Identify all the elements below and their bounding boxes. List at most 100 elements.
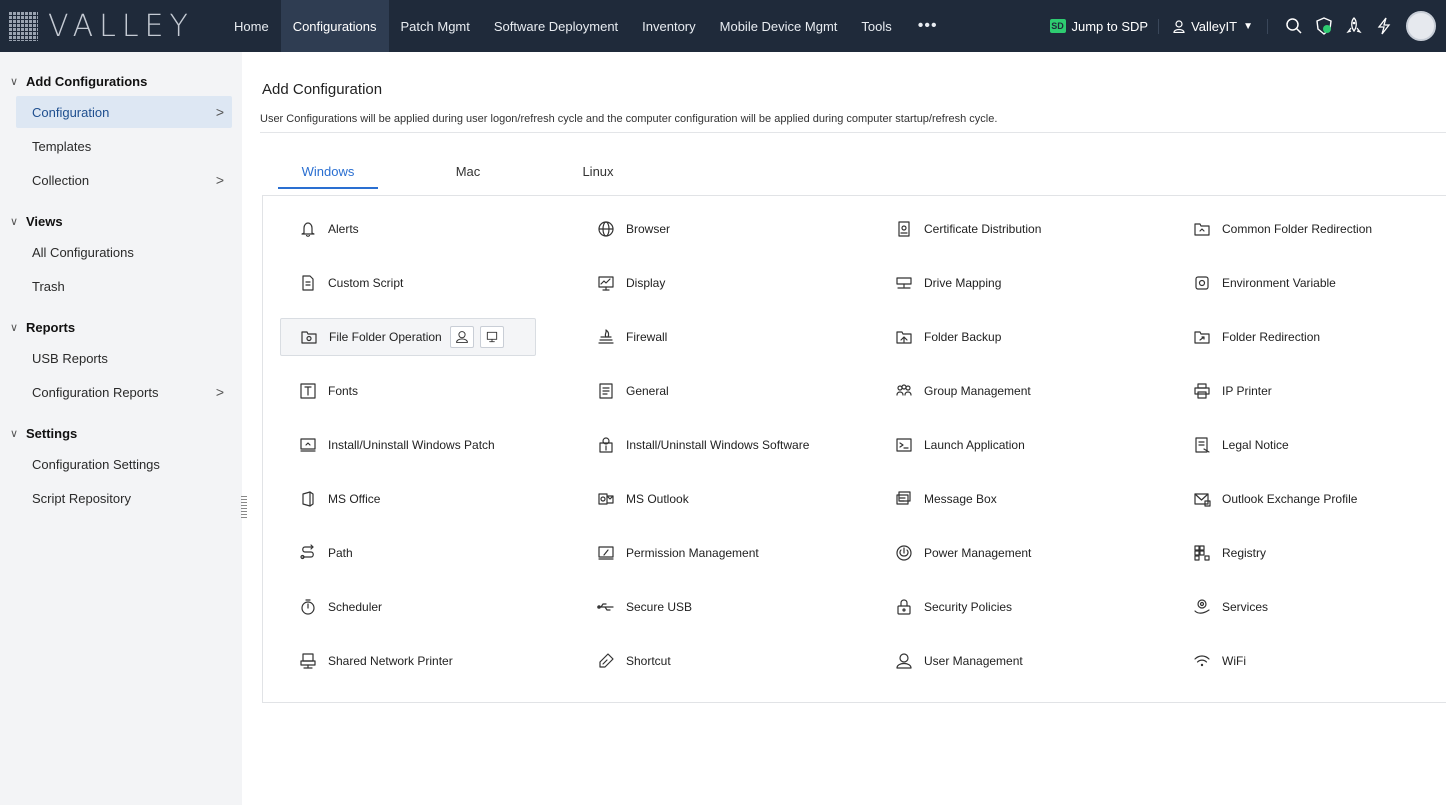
avatar[interactable] bbox=[1406, 11, 1436, 41]
config-item-label: Message Box bbox=[924, 492, 997, 506]
config-item-security-policies[interactable]: Security Policies bbox=[876, 588, 1174, 626]
message-box-icon bbox=[895, 490, 913, 508]
config-item-label: Custom Script bbox=[328, 276, 404, 290]
page-title: Add Configuration bbox=[262, 81, 383, 98]
jump-to-sdp-link[interactable]: SD Jump to SDP bbox=[1040, 18, 1160, 34]
nav-item-patch-mgmt[interactable]: Patch Mgmt bbox=[389, 0, 482, 52]
config-item-browser[interactable]: Browser bbox=[578, 210, 876, 248]
config-item-ms-outlook[interactable]: MS Outlook bbox=[578, 480, 876, 518]
firewall-icon bbox=[597, 328, 615, 346]
chevron-down-icon: ∨ bbox=[10, 215, 19, 228]
config-item-label: WiFi bbox=[1222, 654, 1246, 668]
config-item-general[interactable]: General bbox=[578, 372, 876, 410]
tab-windows[interactable]: Windows bbox=[278, 164, 378, 189]
user-menu[interactable]: ValleyIT ▼ bbox=[1159, 18, 1268, 34]
config-item-label: Secure USB bbox=[626, 600, 693, 614]
nav-item-home[interactable]: Home bbox=[222, 0, 281, 52]
config-item-services[interactable]: Services bbox=[1174, 588, 1446, 626]
nav-item-tools[interactable]: Tools bbox=[849, 0, 903, 52]
brand-logo[interactable]: VALLEY bbox=[0, 0, 222, 52]
config-item-group-management[interactable]: Group Management bbox=[876, 372, 1174, 410]
config-item-environment-variable[interactable]: Environment Variable bbox=[1174, 264, 1446, 302]
chevron-down-icon: ∨ bbox=[10, 321, 19, 334]
certificate-icon bbox=[895, 220, 913, 238]
sidebar-item-usb-reports[interactable]: USB Reports bbox=[16, 342, 232, 374]
config-item-folder-redirection[interactable]: Folder Redirection bbox=[1174, 318, 1446, 356]
config-item-launch-application[interactable]: Launch Application bbox=[876, 426, 1174, 464]
sidebar-collapse-handle[interactable] bbox=[241, 496, 247, 520]
sidebar-item-label: Script Repository bbox=[32, 490, 131, 506]
config-item-ip-printer[interactable]: IP Printer bbox=[1174, 372, 1446, 410]
user-name: ValleyIT bbox=[1191, 18, 1238, 34]
config-item-permission-management[interactable]: Permission Management bbox=[578, 534, 876, 572]
sidebar-item-label: Templates bbox=[32, 138, 92, 154]
config-item-install-uninstall-windows-software[interactable]: Install/Uninstall Windows Software bbox=[578, 426, 876, 464]
nav-item-inventory[interactable]: Inventory bbox=[630, 0, 707, 52]
nav-item-software-deployment[interactable]: Software Deployment bbox=[482, 0, 630, 52]
user-config-button[interactable] bbox=[449, 326, 474, 348]
config-item-power-management[interactable]: Power Management bbox=[876, 534, 1174, 572]
sidebar-section-add-configurations[interactable]: ∨ Add Configurations bbox=[0, 68, 242, 94]
config-item-user-management[interactable]: User Management bbox=[876, 642, 1174, 680]
sidebar-item-collection[interactable]: Collection > bbox=[16, 164, 232, 196]
config-item-ms-office[interactable]: MS Office bbox=[280, 480, 578, 518]
config-item-label: Certificate Distribution bbox=[924, 222, 1042, 236]
config-item-message-box[interactable]: Message Box bbox=[876, 480, 1174, 518]
tab-mac[interactable]: Mac bbox=[418, 164, 518, 189]
sidebar-section-title: Add Configurations bbox=[26, 73, 148, 89]
config-item-shortcut[interactable]: Shortcut bbox=[578, 642, 876, 680]
config-item-path[interactable]: Path bbox=[280, 534, 578, 572]
sidebar-section-views[interactable]: ∨ Views bbox=[0, 208, 242, 234]
config-item-common-folder-redirection[interactable]: Common Folder Redirection bbox=[1174, 210, 1446, 248]
sidebar-item-configuration[interactable]: Configuration > bbox=[16, 96, 232, 128]
sidebar-item-label: Configuration Reports bbox=[32, 384, 159, 400]
config-item-firewall[interactable]: Firewall bbox=[578, 318, 876, 356]
sidebar-item-script-repository[interactable]: Script Repository bbox=[16, 482, 232, 514]
tab-linux[interactable]: Linux bbox=[548, 164, 648, 189]
config-item-folder-backup[interactable]: Folder Backup bbox=[876, 318, 1174, 356]
legal-notice-icon bbox=[1193, 436, 1211, 454]
chevron-right-icon: > bbox=[215, 104, 224, 120]
config-item-scheduler[interactable]: Scheduler bbox=[280, 588, 578, 626]
sidebar-item-trash[interactable]: Trash bbox=[16, 270, 232, 302]
config-item-label: Power Management bbox=[924, 546, 1032, 560]
sidebar-item-configuration-settings[interactable]: Configuration Settings bbox=[16, 448, 232, 480]
config-item-certificate-distribution[interactable]: Certificate Distribution bbox=[876, 210, 1174, 248]
power-icon bbox=[895, 544, 913, 562]
config-item-shared-network-printer[interactable]: Shared Network Printer bbox=[280, 642, 578, 680]
nav-item-configurations[interactable]: Configurations bbox=[280, 0, 389, 52]
sidebar-section-reports[interactable]: ∨ Reports bbox=[0, 314, 242, 340]
jump-to-sdp-label: Jump to SDP bbox=[1071, 18, 1149, 34]
lightning-icon[interactable] bbox=[1370, 12, 1398, 40]
config-item-secure-usb[interactable]: Secure USB bbox=[578, 588, 876, 626]
more-menu-icon[interactable]: ••• bbox=[904, 0, 952, 52]
chevron-right-icon: > bbox=[215, 172, 224, 188]
config-item-fonts[interactable]: Fonts bbox=[280, 372, 578, 410]
nav-item-mobile-device-mgmt[interactable]: Mobile Device Mgmt bbox=[708, 0, 850, 52]
config-item-wifi[interactable]: WiFi bbox=[1174, 642, 1446, 680]
shield-status-icon[interactable] bbox=[1310, 12, 1338, 40]
config-item-outlook-exchange-profile[interactable]: Outlook Exchange Profile bbox=[1174, 480, 1446, 518]
sidebar-item-configuration-reports[interactable]: Configuration Reports > bbox=[16, 376, 232, 408]
user-icon bbox=[895, 652, 913, 670]
config-item-alerts[interactable]: Alerts bbox=[280, 210, 578, 248]
rocket-icon[interactable] bbox=[1340, 12, 1368, 40]
config-item-install-uninstall-windows-patch[interactable]: Install/Uninstall Windows Patch bbox=[280, 426, 578, 464]
computer-icon bbox=[486, 331, 497, 343]
globe-icon bbox=[597, 220, 615, 238]
config-item-legal-notice[interactable]: Legal Notice bbox=[1174, 426, 1446, 464]
config-item-registry[interactable]: Registry bbox=[1174, 534, 1446, 572]
path-icon bbox=[299, 544, 317, 562]
computer-config-button[interactable] bbox=[479, 326, 504, 348]
sidebar-section-settings[interactable]: ∨ Settings bbox=[0, 420, 242, 446]
config-item-label: Common Folder Redirection bbox=[1222, 222, 1373, 236]
config-item-display[interactable]: Display bbox=[578, 264, 876, 302]
sidebar-item-templates[interactable]: Templates bbox=[16, 130, 232, 162]
config-item-file-folder-operation[interactable]: File Folder Operation bbox=[280, 318, 536, 356]
app-grid-icon bbox=[8, 11, 38, 41]
search-icon[interactable] bbox=[1280, 12, 1308, 40]
config-item-drive-mapping[interactable]: Drive Mapping bbox=[876, 264, 1174, 302]
config-item-custom-script[interactable]: Custom Script bbox=[280, 264, 578, 302]
sidebar-item-all-configurations[interactable]: All Configurations bbox=[16, 236, 232, 268]
